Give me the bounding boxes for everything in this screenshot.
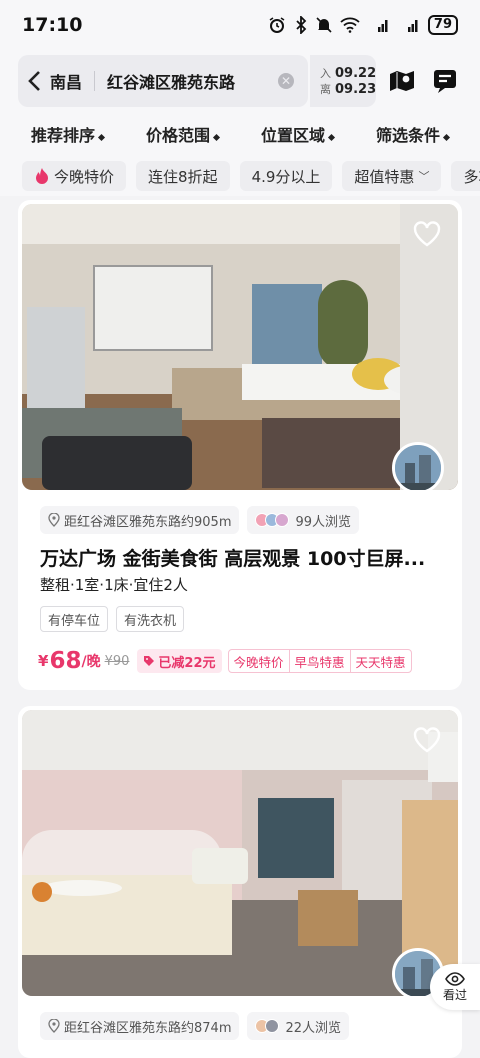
- listing-subtitle: 整租·1室·1床·宜住2人: [40, 576, 188, 594]
- room-photo-image: [22, 204, 458, 490]
- discount-badge: 已减22元: [137, 649, 222, 673]
- chevron-left-icon: [28, 71, 40, 91]
- chip-label: 超值特惠: [354, 167, 415, 186]
- listing-card[interactable]: 距红谷滩区雅苑东路约905m 99人浏览 万达广场 金街美食街 高层观景 100…: [18, 200, 462, 690]
- city-selector[interactable]: 南昌: [50, 69, 82, 93]
- sort-recommended[interactable]: 推荐排序: [30, 122, 106, 146]
- eye-icon: [445, 971, 465, 986]
- facility-tag: 有停车位: [40, 606, 109, 632]
- views-badge: 99人浏览: [247, 506, 360, 534]
- sort-bar: 推荐排序 价格范围 位置区域 筛选条件: [0, 112, 480, 156]
- listing-meta: 距红谷滩区雅苑东路约905m 99人浏览: [40, 506, 360, 534]
- status-time: 17:10: [22, 14, 83, 36]
- signal-icon-2: [398, 17, 420, 33]
- listing-card[interactable]: 距红谷滩区雅苑东路约874m 22人浏览: [18, 706, 462, 1058]
- heart-icon: [413, 221, 441, 247]
- listing-meta: 距红谷滩区雅苑东路约874m 22人浏览: [40, 1012, 350, 1040]
- tag-icon: [144, 656, 155, 666]
- checkout-label: 离: [320, 83, 331, 96]
- views-text: 22人浏览: [285, 1020, 342, 1036]
- facility-tag: 有洗衣机: [116, 606, 185, 632]
- chip-tonight-deal[interactable]: 今晚特价: [22, 161, 127, 191]
- alarm-icon: [268, 16, 286, 34]
- message-button[interactable]: [427, 61, 462, 101]
- host-avatar[interactable]: [392, 442, 444, 490]
- status-bar: 17:10 79: [0, 0, 480, 50]
- back-button[interactable]: [18, 70, 50, 92]
- map-button[interactable]: [384, 61, 419, 101]
- caret-down-icon: [442, 133, 451, 141]
- date-selector[interactable]: 入 09.22 离 09.23: [310, 55, 377, 107]
- original-price: ¥90: [104, 653, 130, 669]
- caret-down-icon: [212, 133, 221, 141]
- distance-badge: 距红谷滩区雅苑东路约905m: [40, 506, 240, 534]
- bluetooth-icon: [294, 16, 308, 34]
- distance-text: 距红谷滩区雅苑东路约905m: [64, 514, 232, 530]
- flame-icon: [36, 168, 48, 184]
- discount-text: 已减22元: [158, 655, 216, 671]
- price-row: ¥ 68 /晚 ¥90 已减22元 今晚特价 早鸟特惠 天天特惠: [38, 646, 412, 676]
- chip-stay-discount[interactable]: 连住8折起: [136, 161, 230, 191]
- facility-tags: 有停车位 有洗衣机: [40, 606, 185, 632]
- sort-label: 位置区域: [260, 126, 325, 145]
- search-box[interactable]: 南昌 红谷滩区雅苑东路 ✕: [18, 55, 308, 107]
- favorite-button[interactable]: [412, 220, 442, 248]
- location-pin-icon: [48, 513, 60, 527]
- chip-label: 多功: [463, 167, 480, 186]
- listing-title[interactable]: 万达广场 金街美食街 高层观景 100寸巨屏...: [40, 544, 450, 571]
- map-icon: [389, 68, 414, 91]
- price-unit: /晚: [81, 654, 101, 670]
- sort-price[interactable]: 价格范围: [145, 122, 221, 146]
- views-text: 99人浏览: [295, 514, 352, 530]
- caret-down-icon: [97, 133, 106, 141]
- chevron-down-icon: ﹀: [418, 170, 430, 183]
- message-icon: [433, 70, 456, 93]
- heart-icon: [413, 727, 441, 753]
- viewed-history-button[interactable]: 看过: [430, 964, 480, 1010]
- checkout-date: 09.23: [335, 82, 377, 97]
- sort-label: 筛选条件: [375, 126, 440, 145]
- checkin-label: 入: [320, 67, 331, 80]
- promo-tag: 天天特惠: [349, 649, 412, 673]
- distance-badge: 距红谷滩区雅苑东路约874m: [40, 1012, 240, 1040]
- battery-indicator: 79: [427, 15, 458, 35]
- clear-icon[interactable]: ✕: [278, 73, 294, 89]
- chip-super-deal[interactable]: 超值特惠 ﹀: [342, 161, 442, 191]
- chip-label: 今晚特价: [54, 167, 115, 186]
- distance-text: 距红谷滩区雅苑东路约874m: [64, 1020, 232, 1036]
- currency-symbol: ¥: [38, 652, 49, 670]
- promo-tag: 今晚特价: [227, 649, 290, 673]
- sort-filter[interactable]: 筛选条件: [375, 122, 451, 146]
- chip-rating[interactable]: 4.9分以上: [239, 161, 333, 191]
- viewer-avatars: [255, 513, 290, 527]
- divider: [94, 71, 96, 91]
- listing-photo[interactable]: [22, 710, 458, 996]
- search-input[interactable]: 红谷滩区雅苑东路: [107, 69, 278, 93]
- status-icons: 79: [268, 15, 458, 35]
- price-value: 68: [49, 648, 82, 674]
- room-photo-image: [22, 710, 458, 996]
- chip-multi-function[interactable]: 多功: [451, 161, 480, 191]
- viewed-label: 看过: [442, 987, 467, 1002]
- listing-photo[interactable]: [22, 204, 458, 490]
- mute-icon: [316, 16, 332, 34]
- views-badge: 22人浏览: [247, 1012, 350, 1040]
- favorite-button[interactable]: [412, 726, 442, 754]
- wifi-icon: [340, 17, 360, 33]
- chip-label: 4.9分以上: [251, 167, 321, 186]
- sort-label: 价格范围: [145, 126, 210, 145]
- viewer-avatars: [255, 1019, 280, 1033]
- sort-label: 推荐排序: [30, 126, 95, 145]
- quick-filter-row: 今晚特价 连住8折起 4.9分以上 超值特惠﹀ 多功: [0, 156, 480, 196]
- sort-location[interactable]: 位置区域: [260, 122, 336, 146]
- location-pin-icon: [48, 1019, 60, 1033]
- checkin-date: 09.22: [335, 66, 377, 81]
- signal-icon-1: [368, 17, 390, 33]
- chip-label: 连住8折起: [148, 167, 218, 186]
- caret-down-icon: [327, 133, 336, 141]
- search-row: 南昌 红谷滩区雅苑东路 ✕ 入 09.22 离 09.23: [0, 50, 480, 112]
- promo-tag: 早鸟特惠: [288, 649, 351, 673]
